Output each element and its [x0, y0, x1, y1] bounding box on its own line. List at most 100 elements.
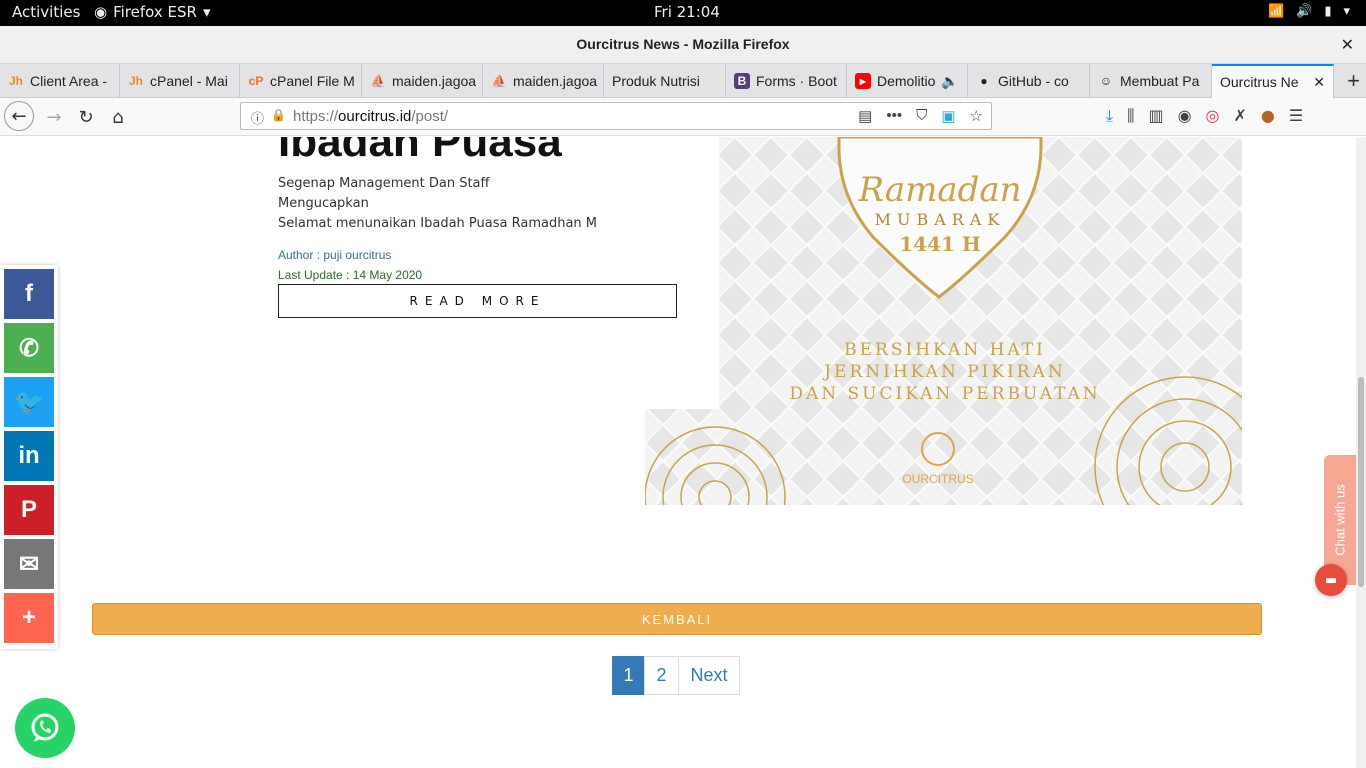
tab-produk-nutrisi[interactable]: Produk Nutrisi — [604, 64, 726, 98]
tab-label: GitHub - co — [998, 73, 1069, 89]
tab-label: Membuat Pa — [1120, 73, 1200, 89]
tab-maiden-1[interactable]: ⛵ maiden.jagoa — [362, 64, 483, 98]
page-scrollbar[interactable] — [1356, 137, 1366, 768]
system-tray[interactable]: 📶 🔊 ▮ ▾ — [1268, 4, 1350, 19]
info-icon[interactable]: ⓘ — [251, 108, 264, 127]
tab-label: maiden.jagoa — [392, 73, 477, 89]
page-actions-icon[interactable]: ••• — [886, 107, 902, 125]
chat-bubble-icon[interactable]: ▬ — [1315, 564, 1347, 596]
download-icon[interactable]: ⤓ — [1106, 106, 1113, 126]
extension-x-icon[interactable]: ✗ — [1234, 106, 1247, 126]
extension-red-icon[interactable]: ◎ — [1206, 106, 1220, 126]
tab-cpanel-main[interactable]: Jh cPanel - Mai — [120, 64, 240, 98]
gnome-top-bar: Activities ◉ Firefox ESR ▾ Fri 21:04 📶 🔊… — [0, 0, 1366, 26]
lock-icon[interactable]: 🔒 — [271, 108, 286, 122]
tab-ourcitrus-news[interactable]: Ourcitrus Ne ✕ — [1212, 64, 1334, 98]
new-tab-button[interactable]: + — [1347, 68, 1360, 94]
facebook-icon: f — [25, 280, 33, 307]
pinterest-share-button[interactable]: P — [4, 485, 54, 535]
facebook-share-button[interactable]: f — [4, 269, 54, 319]
tab-label: Client Area - — [30, 73, 108, 89]
tab-demolition[interactable]: ▶ Demolitio 🔈 — [847, 64, 968, 98]
pma-icon: ⛵ — [370, 74, 386, 88]
volume-icon: 🔊 — [1296, 4, 1313, 19]
reload-button[interactable]: ↻ — [72, 103, 100, 131]
tab-client-area[interactable]: Jh Client Area - — [0, 64, 120, 98]
extension-icon[interactable]: ▣ — [941, 107, 955, 125]
account-icon[interactable]: ◉ — [1178, 106, 1192, 126]
reader-view-icon[interactable]: ▤ — [858, 107, 872, 125]
chevron-down-icon: ▾ — [202, 3, 211, 21]
tab-membuat[interactable]: ☺ Membuat Pa — [1090, 64, 1212, 98]
next-page-link[interactable]: Next — [678, 656, 740, 695]
wifi-icon: 📶 — [1267, 4, 1285, 19]
tab-maiden-2[interactable]: ⛵ maiden.jagoa — [483, 64, 604, 98]
tab-forms-bootstrap[interactable]: B Forms · Boot — [726, 64, 847, 98]
banner-ramadan: Ramadan — [857, 170, 1021, 210]
back-button[interactable]: ← — [4, 101, 34, 131]
more-share-button[interactable]: + — [4, 593, 54, 643]
whatsapp-float-button[interactable] — [15, 698, 75, 758]
library-icon[interactable]: ⫼ — [1127, 106, 1134, 126]
post-author[interactable]: Author : puji ourcitrus — [278, 248, 391, 262]
firefox-icon: ◉ — [94, 3, 108, 21]
close-window-button[interactable]: ✕ — [1341, 35, 1354, 54]
banner-brand: OURCITRUS — [902, 472, 973, 486]
home-button[interactable]: ⌂ — [104, 103, 132, 131]
tab-github[interactable]: ● GitHub - co — [968, 64, 1090, 98]
menu-icon[interactable]: ☰ — [1289, 106, 1303, 126]
banner-line3: DAN SUCIKAN PERBUATAN — [789, 384, 1100, 404]
url-bar[interactable]: ⓘ 🔒 https://ourcitrus.id/post/ ▤ ••• ⛉ ▣… — [240, 102, 992, 130]
whatsapp-icon: ✆ — [18, 334, 40, 362]
page-2-link[interactable]: 2 — [644, 656, 679, 695]
clock[interactable]: Fri 21:04 — [654, 3, 720, 21]
navigation-toolbar: ← → ↻ ⌂ ⓘ 🔒 https://ourcitrus.id/post/ ▤… — [0, 98, 1366, 136]
plus-icon: + — [21, 604, 36, 631]
post-banner-image[interactable]: Ramadan MUBARAK 1441 H BERSIHKAN HATI JE… — [645, 137, 1242, 505]
banner-line2: JERNIHKAN PIKIRAN — [822, 362, 1066, 382]
post-excerpt: Segenap Management Dan Staff Mengucapkan… — [278, 174, 597, 234]
bookmark-star-icon[interactable]: ☆ — [970, 107, 983, 125]
email-share-button[interactable]: ✉ — [4, 539, 54, 589]
tab-strip: Jh Client Area - Jh cPanel - Mai cP cPan… — [0, 64, 1366, 98]
jagoan-icon: Jh — [128, 74, 143, 88]
post-title[interactable]: Ibadan Puasa — [278, 137, 562, 167]
url-text[interactable]: https://ourcitrus.id/post/ — [293, 108, 448, 125]
audio-playing-icon[interactable]: 🔈 — [941, 73, 958, 90]
avatar-icon: ☺ — [1099, 74, 1113, 88]
tab-label: Demolitio — [877, 73, 936, 89]
pinterest-icon: P — [20, 496, 37, 523]
twitter-share-button[interactable]: 🐦 — [4, 377, 54, 427]
app-menu[interactable]: ◉ Firefox ESR ▾ — [94, 3, 210, 21]
sidebar-icon[interactable]: ▥ — [1148, 106, 1163, 126]
kembali-button[interactable]: KEMBALI — [92, 603, 1262, 635]
forward-button[interactable]: → — [40, 103, 68, 131]
whatsapp-share-button[interactable]: ✆ — [4, 323, 54, 373]
app-name: Firefox ESR — [113, 3, 197, 21]
github-icon: ● — [980, 74, 988, 88]
tab-cpanel-file[interactable]: cP cPanel File M — [240, 64, 362, 98]
excerpt-line: Segenap Management Dan Staff — [278, 176, 490, 191]
chevron-down-icon: ▾ — [1343, 4, 1350, 19]
tab-label: cPanel - Mai — [150, 73, 228, 89]
scrollbar-thumb[interactable] — [1358, 377, 1364, 587]
pagination: 1 2 Next — [612, 656, 740, 695]
page-content: Ibadan Puasa Segenap Management Dan Staf… — [0, 137, 1366, 768]
window-title: Ourcitrus News - Mozilla Firefox — [576, 36, 790, 52]
banner-year: 1441 H — [899, 232, 981, 256]
pma-icon: ⛵ — [491, 74, 507, 88]
pocket-icon[interactable]: ⛉ — [916, 107, 927, 125]
tab-label: cPanel File M — [270, 73, 355, 89]
linkedin-share-button[interactable]: in — [4, 431, 54, 481]
excerpt-line: Selamat menunaikan Ibadah Puasa Ramadhan… — [278, 216, 598, 231]
cookie-icon[interactable]: ● — [1261, 106, 1275, 126]
tab-label: Forms · Boot — [756, 73, 837, 89]
close-tab-icon[interactable]: ✕ — [1313, 74, 1325, 91]
read-more-button[interactable]: READ MORE — [278, 284, 677, 318]
page-1-link[interactable]: 1 — [612, 656, 645, 695]
activities-button[interactable]: Activities — [12, 3, 80, 21]
jagoan-icon: Jh — [8, 74, 23, 88]
bootstrap-icon: B — [734, 73, 750, 89]
post-last-update: Last Update : 14 May 2020 — [278, 268, 423, 282]
window-titlebar: Ourcitrus News - Mozilla Firefox ✕ — [0, 26, 1366, 64]
